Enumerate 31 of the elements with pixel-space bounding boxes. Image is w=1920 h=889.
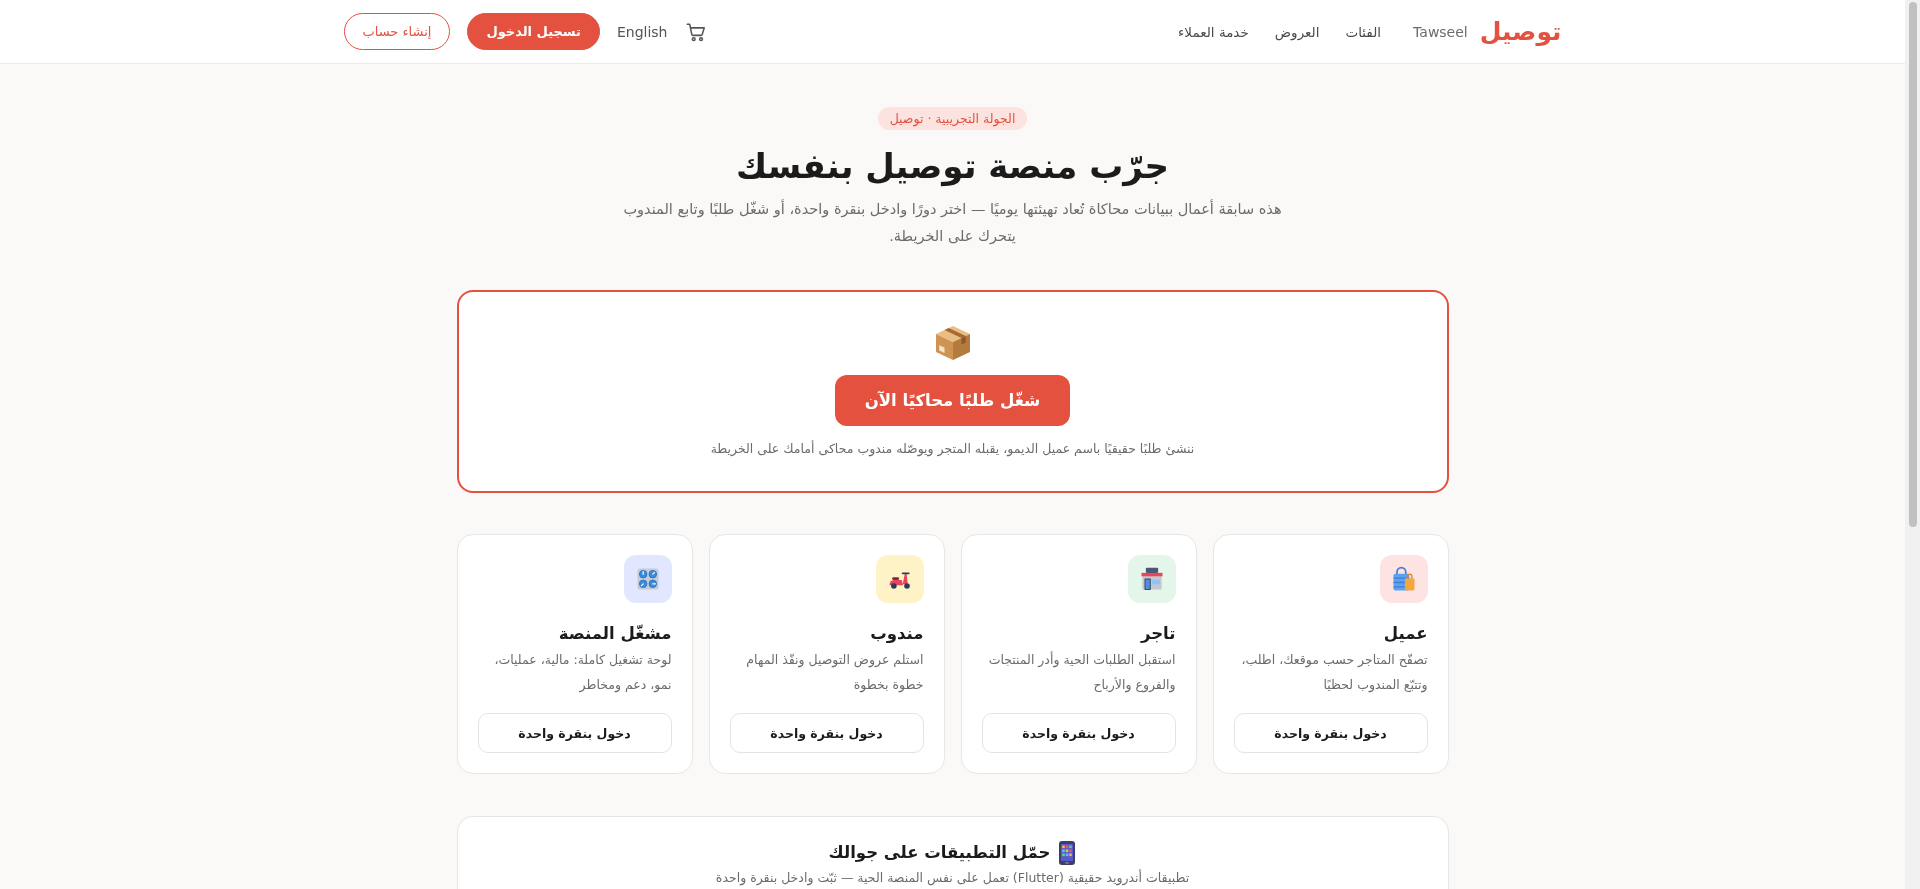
cart-icon[interactable] — [684, 20, 707, 43]
apps-title: حمّل التطبيقات على جوالك — [828, 842, 1051, 864]
brand-subtitle: Tawseel — [1413, 23, 1468, 40]
tour-badge: الجولة التجريبية · توصيل — [877, 107, 1028, 130]
role-title: مشغّل المنصة — [557, 623, 672, 645]
quick-login-button[interactable]: دخول بنقرة واحدة — [981, 713, 1176, 753]
page-subtitle: هذه سابقة أعمال ببيانات محاكاة تُعاد تهيئتها يوميًا — اختر دورًا وادخل بنقرة واحدة، أو شغّل طلبًا وتابع المندوب يتحرك على الخريطة. — [622, 198, 1283, 247]
role-title: تاجر — [1139, 623, 1176, 645]
role-description: استقبل الطلبات الحية وأدر المنتجات والفروع والأرباح — [987, 650, 1176, 695]
login-button[interactable]: تسجيل الدخول — [467, 13, 600, 50]
nav-link[interactable]: الفئات — [1345, 23, 1382, 40]
mobile-phone-icon — [1058, 841, 1077, 865]
role-description: استلم عروض التوصيل ونفّذ المهام خطوة بخطوة — [745, 651, 924, 695]
demo-caption: ننشئ طلبًا حقيقيًا باسم عميل الديمو، يقبله المتجر ويوصّله مندوب محاكى أمامك على الخريطة — [710, 440, 1195, 457]
nav-link[interactable]: العروض — [1274, 23, 1320, 40]
quick-login-button[interactable]: دخول بنقرة واحدة — [477, 713, 672, 753]
signup-button[interactable]: إنشاء حساب — [343, 13, 451, 50]
role-description: لوحة تشغيل كاملة: مالية، عمليات، نمو، دعم ومخاطر — [493, 651, 672, 695]
quick-login-button[interactable]: دخول بنقرة واحدة — [1233, 713, 1428, 753]
simulate-order-button[interactable]: شغّل طلبًا محاكيًا الآن — [834, 375, 1071, 426]
language-link[interactable]: English — [616, 23, 668, 40]
cardboard-box-icon — [935, 326, 970, 360]
apps-subtitle: تطبيقات أندرويد حقيقية (Flutter) تعمل على نفس المنصة الحية — ثبّت وادخل بنقرة واحدة — [714, 869, 1191, 887]
scrollbar-thumb[interactable] — [1908, 2, 1917, 527]
logo[interactable]: توصيل — [1479, 15, 1562, 48]
quick-login-button[interactable]: دخول بنقرة واحدة — [729, 713, 924, 753]
page-title: جرّب منصة توصيل بنفسك — [735, 145, 1170, 189]
role-description: تصفّح المتاجر حسب موقعك، اطلب، وتتبّع المندوب لحظيًا — [1240, 651, 1428, 695]
role-title: مندوب — [869, 623, 924, 645]
nav-link[interactable]: خدمة العملاء — [1178, 23, 1249, 40]
role-title: عميل — [1382, 623, 1428, 645]
